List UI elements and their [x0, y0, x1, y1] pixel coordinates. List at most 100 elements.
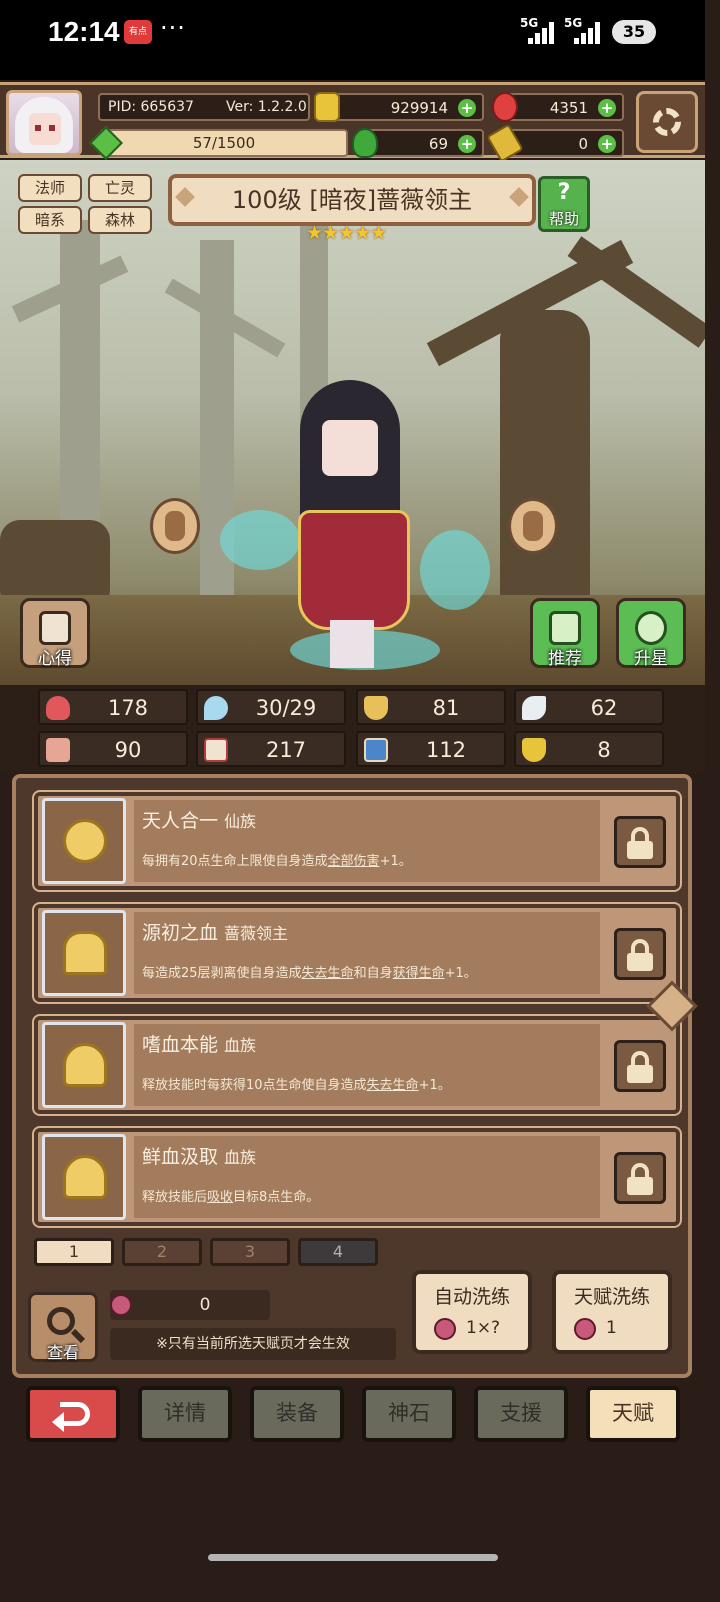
keyword-link[interactable]: 吸收 — [207, 1190, 233, 1205]
key-value: 0 — [578, 135, 588, 153]
game-version: Ver: 1.2.2.0 — [226, 99, 307, 115]
fist-icon — [46, 738, 70, 762]
view-button[interactable]: 查看 — [28, 1292, 98, 1362]
talent-slot — [42, 1022, 126, 1108]
upgrade-star-button[interactable]: 升星 — [616, 598, 686, 669]
player-avatar[interactable] — [6, 90, 82, 156]
boot-icon — [364, 738, 388, 762]
talent-description: 释放技能后吸收目标8点生命。 — [142, 1190, 320, 1205]
left-arrow-icon — [165, 511, 185, 541]
shield-icon — [364, 696, 388, 720]
talent-card[interactable]: 源初之血 蔷薇领主 每造成25层剥离使自身造成失去生命和自身获得生命+1。 — [32, 902, 682, 1004]
talent-race: 血族 — [224, 1036, 257, 1055]
stat-hp-value: 178 — [107, 696, 149, 720]
nav-support[interactable]: 支援 — [474, 1386, 568, 1442]
gem-value: 4351 — [549, 99, 588, 117]
keyword-link[interactable]: 失去生命 — [367, 1078, 419, 1093]
talent-name: 鲜血汲取 — [142, 1146, 219, 1168]
gem-counter: 4351 + — [492, 92, 624, 122]
keyword-link[interactable]: 失去生命 — [302, 966, 354, 981]
recommend-button[interactable]: 推荐 — [530, 598, 600, 669]
stat-defense: 81 — [356, 689, 506, 725]
next-hero-button[interactable] — [508, 498, 558, 554]
previous-hero-button[interactable] — [150, 498, 200, 554]
signal-bars-1-icon — [528, 22, 556, 44]
view-label: 查看 — [46, 1343, 79, 1362]
keyword-link[interactable]: 获得生命 — [393, 966, 445, 981]
stat-attack: 90 — [38, 731, 188, 767]
talent-page-tab-1[interactable]: 1 — [34, 1238, 114, 1266]
stat-magic-resist-value: 62 — [590, 696, 618, 720]
app-notification-icon: 有点 — [124, 20, 152, 44]
add-clover-button[interactable]: + — [458, 135, 476, 153]
horseshoe-icon — [522, 738, 546, 762]
talent-page-tab-2[interactable]: 2 — [122, 1238, 202, 1266]
talent-refine-label: 天赋洗练 — [573, 1286, 650, 1308]
stat-luck: 8 — [514, 731, 664, 767]
potion-icon — [574, 1318, 596, 1340]
stat-speed-value: 112 — [425, 738, 467, 762]
talent-refine-button[interactable]: 天赋洗练 1 — [552, 1270, 672, 1354]
potion-icon — [434, 1318, 456, 1340]
return-arrow-icon — [60, 1402, 90, 1426]
talent-refine-cost: 1 — [606, 1318, 617, 1338]
thumbs-up-icon — [549, 611, 581, 645]
terrain-tag: 森林 — [88, 206, 152, 234]
clover-counter: 69 + — [352, 128, 484, 158]
recommend-label: 推荐 — [548, 649, 582, 669]
gold-coin-icon — [314, 92, 340, 122]
settings-button[interactable] — [636, 91, 698, 153]
home-indicator[interactable] — [208, 1554, 498, 1561]
wing-icon — [522, 696, 546, 720]
stat-hp: 178 — [38, 689, 188, 725]
back-button[interactable] — [26, 1386, 120, 1442]
clover-icon — [352, 128, 378, 158]
player-id-box: PID: 665637 Ver: 1.2.2.0 — [98, 93, 310, 121]
stat-mana-value: 30/29 — [255, 696, 317, 720]
talent-potion-value: 0 — [199, 1295, 211, 1315]
lock-button[interactable] — [614, 1040, 666, 1092]
add-key-button[interactable]: + — [598, 135, 616, 153]
talent-card[interactable]: 天人合一 仙族 每拥有20点生命上限使自身造成全部伤害+1。 — [32, 790, 682, 892]
talent-slot — [42, 910, 126, 996]
nav-equipment[interactable]: 装备 — [250, 1386, 344, 1442]
bottom-navigation: 详情 装备 神石 支援 天赋 — [0, 1380, 705, 1568]
keyword-link[interactable]: 全部伤害 — [328, 854, 380, 869]
insight-button[interactable]: 心得 — [20, 598, 90, 669]
auto-refine-button[interactable]: 自动洗练 1×? — [412, 1270, 532, 1354]
stat-defense-value: 81 — [432, 696, 460, 720]
hero-sprite[interactable] — [220, 380, 490, 680]
add-gem-button[interactable]: + — [598, 99, 616, 117]
help-label: 帮助 — [548, 210, 579, 228]
more-notifications-icon: ··· — [160, 14, 186, 42]
help-button[interactable]: ? 帮助 — [538, 176, 590, 232]
stat-speed: 112 — [356, 731, 506, 767]
hero-title: 100级 [暗夜]蔷薇领主 — [168, 174, 536, 226]
talent-page-tab-4[interactable]: 4 — [298, 1238, 378, 1266]
potion-icon — [110, 1294, 132, 1316]
nav-divine-stone[interactable]: 神石 — [362, 1386, 456, 1442]
talent-page-tab-3[interactable]: 3 — [210, 1238, 290, 1266]
talent-slot — [42, 1134, 126, 1220]
experience-bar: 57/1500 — [89, 126, 348, 160]
talent-page-note: ※只有当前所选天赋页才会生效 — [110, 1328, 396, 1360]
lock-button[interactable] — [614, 928, 666, 980]
talent-card[interactable]: 嗜血本能 血族 释放技能时每获得10点生命使自身造成失去生命+1。 — [32, 1014, 682, 1116]
lock-button[interactable] — [614, 1152, 666, 1204]
talent-card[interactable]: 鲜血汲取 血族 释放技能后吸收目标8点生命。 — [32, 1126, 682, 1228]
gear-icon — [653, 108, 681, 136]
status-bar: 12:14 有点 ··· 5G 5G 35 — [0, 0, 705, 80]
player-info-panel: PID: 665637 Ver: 1.2.2.0 929914 + 4351 +… — [0, 82, 705, 163]
stat-luck-value: 8 — [597, 738, 611, 762]
lock-button[interactable] — [614, 816, 666, 868]
clover-value: 69 — [428, 135, 448, 153]
talent-description: 每造成25层剥离使自身造成失去生命和自身获得生命+1。 — [142, 966, 477, 981]
key-counter: 0 + — [486, 123, 624, 163]
talent-name: 源初之血 — [142, 922, 219, 944]
nav-talent[interactable]: 天赋 — [586, 1386, 680, 1442]
hero-stats: 178 30/29 81 62 90 217 112 8 — [0, 685, 705, 773]
add-gold-button[interactable]: + — [458, 99, 476, 117]
magnifier-icon — [47, 1307, 75, 1335]
book-icon — [204, 738, 228, 762]
nav-details[interactable]: 详情 — [138, 1386, 232, 1442]
